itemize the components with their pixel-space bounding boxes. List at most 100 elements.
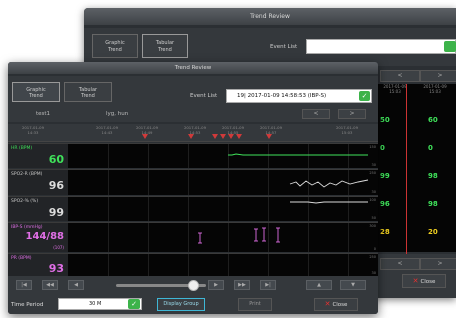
row-value: 60 xyxy=(48,153,64,166)
trend-plot[interactable]: 100 50 xyxy=(68,197,378,221)
back-prev-page-button[interactable]: < xyxy=(380,70,420,82)
trend-plot[interactable]: 250 30 xyxy=(68,170,378,195)
row-label: SPO2-% (%) xyxy=(11,199,39,204)
skip-to-end-button[interactable]: ▶| xyxy=(260,280,276,290)
trend-plot[interactable]: 250 30 xyxy=(68,254,378,276)
scroll-up-button[interactable]: ▲ xyxy=(306,280,332,290)
row-label: HR (BPM) xyxy=(11,146,33,151)
display-group-button[interactable]: Display Group xyxy=(157,298,205,311)
ibp-s-trend-bars xyxy=(198,227,280,244)
event-list-dropdown[interactable]: 19| 2017-01-09 14:58:53 (IBP-S) ✓ xyxy=(226,89,372,103)
row-label-panel: IBP-S (mmHg) 144/88 (107) xyxy=(8,223,68,252)
alarm-marker-icon[interactable] xyxy=(142,134,148,139)
back-cell-value: 0 xyxy=(428,144,433,152)
back-next-page-button[interactable]: > xyxy=(420,70,456,82)
trend-row-spo2-pct: SPO2-% (%) 99 100 50 xyxy=(8,196,378,221)
alarm-marker-icon[interactable] xyxy=(228,134,234,139)
close-icon: ✕ xyxy=(324,300,331,308)
alarm-marker-icon[interactable] xyxy=(212,134,218,139)
back-tabular-grid xyxy=(376,84,456,252)
row-value: 93 xyxy=(48,262,64,275)
time-period-select[interactable]: 30 M ✓ xyxy=(58,298,142,310)
hr-trend-line xyxy=(228,153,368,156)
back-cursor-line xyxy=(406,84,407,254)
row-label: SPO2-R (BPM) xyxy=(11,172,43,177)
time-slider-handle[interactable] xyxy=(188,280,199,291)
back-cell-value: 98 xyxy=(428,200,438,208)
back-cell-value: 96 xyxy=(380,200,390,208)
trend-plot[interactable]: 150 30 xyxy=(68,144,378,168)
time-axis: 2017-01-09 14:33 2017-01-09 14:43 2017-0… xyxy=(8,124,378,142)
back-cell-value: 60 xyxy=(428,116,438,124)
scroll-down-button[interactable]: ▼ xyxy=(340,280,366,290)
trend-row-pr: PR (BPM) 93 250 30 xyxy=(8,253,378,276)
back-cell-value: 28 xyxy=(380,228,390,236)
row-label-panel: SPO2-R (BPM) 96 xyxy=(8,170,68,195)
back-tab-graphic-trend[interactable]: Graphic Trend xyxy=(92,34,138,58)
back-footer-prev-button[interactable]: < xyxy=(380,258,420,270)
axis-tick: 30 xyxy=(371,271,376,275)
check-icon[interactable]: ✓ xyxy=(359,91,370,101)
row-label-panel: HR (BPM) 60 xyxy=(8,144,68,168)
fast-rewind-button[interactable]: ◀◀ xyxy=(42,280,58,290)
back-column-header: 2017-01-09 15:03 xyxy=(423,84,447,94)
back-close-button[interactable]: ✕ Close xyxy=(402,274,446,288)
next-page-button[interactable]: > xyxy=(338,109,366,119)
time-period-label: Time Period xyxy=(11,302,44,308)
alarm-marker-icon[interactable] xyxy=(188,134,194,139)
trend-row-hr: HR (BPM) 60 150 30 xyxy=(8,143,378,168)
axis-tick: 250 xyxy=(369,255,376,259)
back-footer-next-button[interactable]: > xyxy=(420,258,456,270)
alarm-marker-icon[interactable] xyxy=(236,134,242,139)
event-list-value: 19| 2017-01-09 14:58:53 (IBP-S) xyxy=(237,93,327,99)
trend-row-ibp-s: IBP-S (mmHg) 144/88 (107) 300 0 xyxy=(8,222,378,252)
back-cell-value: 20 xyxy=(428,228,438,236)
skip-to-start-button[interactable]: |◀ xyxy=(16,280,32,290)
row-label: IBP-S (mmHg) xyxy=(11,225,43,230)
playback-controls: |◀ ◀◀ ◀ ▶ ▶▶ ▶| ▲ ▼ Time Period 30 M ✓ D… xyxy=(8,276,378,314)
back-event-list-dropdown[interactable] xyxy=(306,39,456,54)
back-event-list-label: Event List xyxy=(270,44,298,50)
back-tab-tabular-trend[interactable]: Tabular Trend xyxy=(142,34,188,58)
check-icon[interactable] xyxy=(444,41,456,52)
time-label: 2017-01-09 15:03 xyxy=(335,125,359,135)
row-value: 144/88 xyxy=(25,231,64,242)
back-cell-value: 98 xyxy=(428,172,438,180)
row-value: 99 xyxy=(48,206,64,219)
patient-info: lyg, hun xyxy=(106,111,129,117)
patient-name: test1 xyxy=(36,111,51,117)
check-icon[interactable]: ✓ xyxy=(128,299,140,309)
back-cell-value: 99 xyxy=(380,172,390,180)
spo2-pct-trend-line xyxy=(290,201,368,204)
step-back-button[interactable]: ◀ xyxy=(68,280,84,290)
fast-forward-button[interactable]: ▶▶ xyxy=(234,280,250,290)
back-window-title: Trend Review xyxy=(84,8,456,25)
back-cell-value: 0 xyxy=(380,144,385,152)
time-label: 2017-01-09 14:43 xyxy=(95,125,119,135)
row-mean-value: (107) xyxy=(53,245,64,250)
trend-row-spo2-r: SPO2-R (BPM) 96 250 30 xyxy=(8,169,378,195)
tab-graphic-trend[interactable]: Graphic Trend xyxy=(12,82,60,102)
step-forward-button[interactable]: ▶ xyxy=(208,280,224,290)
row-value: 96 xyxy=(48,179,64,192)
time-period-value: 30 M xyxy=(89,301,102,307)
print-button[interactable]: Print xyxy=(238,298,272,311)
row-label: PR (BPM) xyxy=(11,256,32,261)
window-title: Trend Review xyxy=(8,62,378,74)
event-list-label: Event List xyxy=(190,93,218,99)
time-label: 2017-01-09 14:53 xyxy=(183,125,207,135)
alarm-marker-icon[interactable] xyxy=(266,134,272,139)
back-cell-value: 50 xyxy=(380,116,390,124)
prev-page-button[interactable]: < xyxy=(302,109,330,119)
trend-plot[interactable]: 300 0 xyxy=(68,223,378,252)
row-label-panel: PR (BPM) 93 xyxy=(8,254,68,276)
tab-tabular-trend[interactable]: Tabular Trend xyxy=(64,82,112,102)
close-icon: ✕ xyxy=(412,277,419,285)
alarm-marker-icon[interactable] xyxy=(220,134,226,139)
trend-review-window: Trend Review Graphic Trend Tabular Trend… xyxy=(8,62,378,314)
close-label: Close xyxy=(332,302,348,308)
row-label-panel: SPO2-% (%) 99 xyxy=(8,197,68,221)
close-button[interactable]: ✕ Close xyxy=(314,298,358,311)
spo2-r-trend-line xyxy=(289,179,369,188)
back-close-label: Close xyxy=(420,279,436,285)
